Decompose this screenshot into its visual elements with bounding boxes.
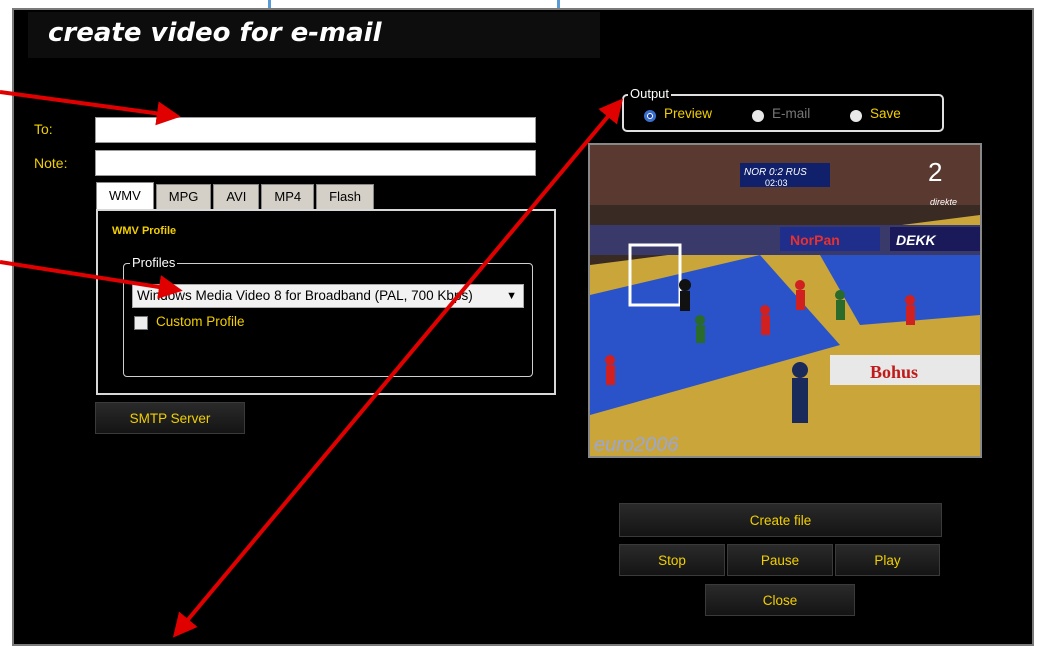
tab-wmv[interactable]: WMV <box>96 182 154 209</box>
tab-mpg[interactable]: MPG <box>155 184 212 209</box>
output-group: Output Preview E-mail Save <box>622 86 944 132</box>
custom-profile-checkbox[interactable] <box>134 316 148 330</box>
title-bar: create video for e-mail <box>28 12 600 58</box>
note-label: Note: <box>34 155 68 171</box>
video-preview: NorPan DEKK Bohus NOR 0:2 RUS 02:03 2 di… <box>588 143 982 458</box>
format-tabs: WMV MPG AVI MP4 Flash <box>96 182 376 210</box>
create-file-button[interactable]: Create file <box>619 503 942 537</box>
to-label: To: <box>34 121 53 137</box>
stop-button[interactable]: Stop <box>619 544 725 576</box>
smtp-server-button[interactable]: SMTP Server <box>95 402 245 434</box>
close-button[interactable]: Close <box>705 584 855 616</box>
output-legend: Output <box>628 86 672 101</box>
wmv-profile-heading: WMV Profile <box>112 225 177 237</box>
save-radio[interactable] <box>850 110 862 122</box>
note-field[interactable] <box>95 150 536 176</box>
video-frame: NorPan DEKK Bohus NOR 0:2 RUS 02:03 2 di… <box>590 145 980 456</box>
profiles-group: Profiles Windows Media Video 8 for Broad… <box>123 255 533 377</box>
tab-mp4[interactable]: MP4 <box>261 184 315 209</box>
ad-norpan: NorPan <box>790 232 840 248</box>
ad-dekk: DEKK <box>896 232 937 248</box>
wmv-tab-panel: WMV Profile Profiles Windows Media Video… <box>96 209 556 395</box>
custom-profile-label: Custom Profile <box>156 314 245 329</box>
preview-radio-label: Preview <box>664 106 713 121</box>
euro2006-logo: euro2006 <box>594 434 679 456</box>
channel-number: 2 <box>928 157 942 187</box>
tab-avi[interactable]: AVI <box>213 184 260 209</box>
ad-bohus: Bohus <box>870 362 918 382</box>
email-radio-label: E-mail <box>772 106 811 121</box>
tab-flash[interactable]: Flash <box>316 184 374 209</box>
email-radio[interactable] <box>752 110 764 122</box>
profile-dropdown-value: Windows Media Video 8 for Broadband (PAL… <box>137 288 473 303</box>
preview-radio[interactable] <box>644 110 656 122</box>
window-title: create video for e-mail <box>48 18 382 48</box>
save-radio-label: Save <box>870 106 901 121</box>
to-field[interactable] <box>95 117 536 143</box>
scoreboard: NOR 0:2 RUS <box>744 167 807 178</box>
chevron-down-icon[interactable]: ▼ <box>506 285 517 307</box>
game-clock: 02:03 <box>765 178 788 188</box>
play-button[interactable]: Play <box>835 544 940 576</box>
channel-tag: direkte <box>930 197 957 207</box>
profile-dropdown[interactable]: Windows Media Video 8 for Broadband (PAL… <box>132 284 524 308</box>
pause-button[interactable]: Pause <box>727 544 833 576</box>
profiles-legend: Profiles <box>130 255 178 270</box>
